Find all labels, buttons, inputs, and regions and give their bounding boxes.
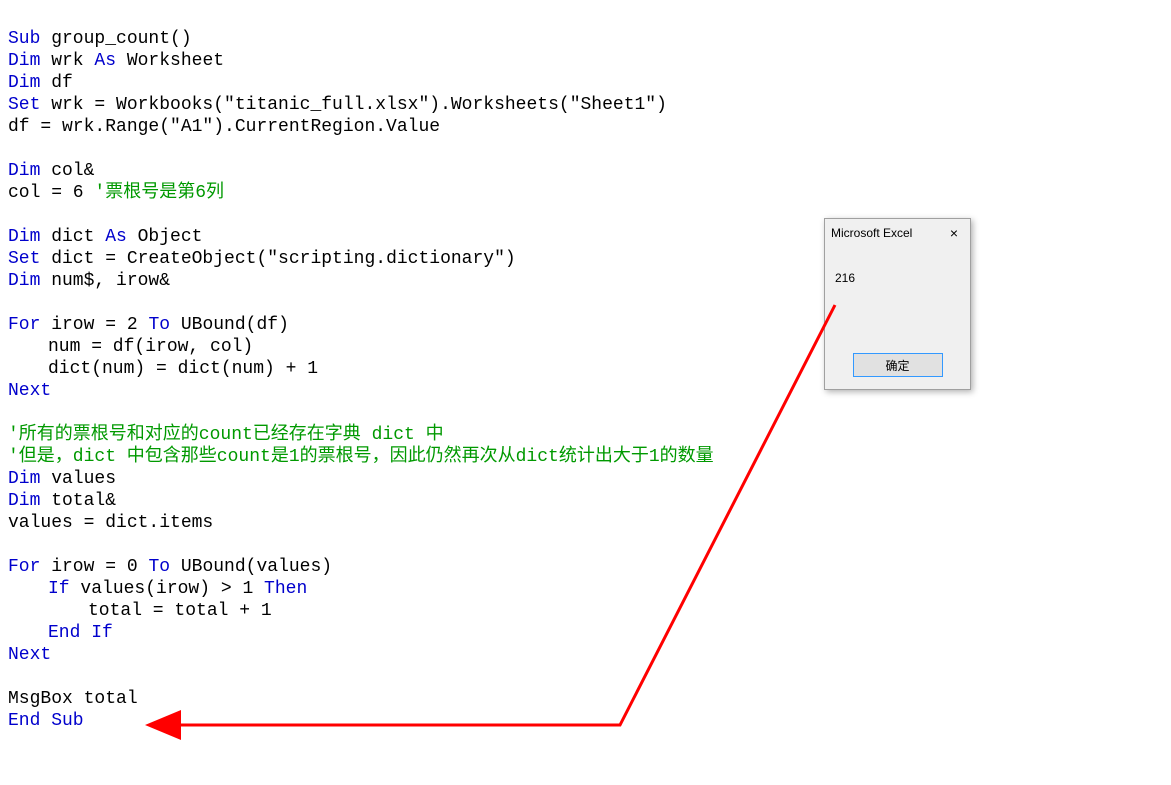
sub-name: group_count() <box>40 29 191 49</box>
var-values: values <box>40 469 116 489</box>
msgbox-dialog: Microsoft Excel × 216 确定 <box>824 218 971 390</box>
close-icon[interactable]: × <box>944 222 964 244</box>
dialog-footer: 确定 <box>825 353 970 377</box>
for-range-b2: UBound(values) <box>170 557 332 577</box>
assign-wrk: wrk = Workbooks("titanic_full.xlsx").Wor… <box>40 95 667 115</box>
if-body: total = total + 1 <box>88 601 272 621</box>
kw-as: As <box>94 51 116 71</box>
var-df: df <box>40 73 72 93</box>
kw-dim: Dim <box>8 491 40 511</box>
kw-endif: End If <box>48 623 113 643</box>
kw-set: Set <box>8 249 40 269</box>
kw-dim: Dim <box>8 271 40 291</box>
kw-dim: Dim <box>8 51 40 71</box>
kw-for: For <box>8 315 40 335</box>
msgbox-line: MsgBox total <box>8 689 138 709</box>
dialog-titlebar: Microsoft Excel × <box>825 219 970 247</box>
kw-dim: Dim <box>8 161 40 181</box>
var-col: col& <box>40 161 94 181</box>
loop-body-1: num = df(irow, col) <box>48 337 253 357</box>
kw-next: Next <box>8 645 51 665</box>
type-worksheet: Worksheet <box>116 51 224 71</box>
kw-set: Set <box>8 95 40 115</box>
kw-dim: Dim <box>8 469 40 489</box>
ok-button[interactable]: 确定 <box>853 353 943 377</box>
kw-endsub: End Sub <box>8 711 84 731</box>
assign-dict: dict = CreateObject("scripting.dictionar… <box>40 249 515 269</box>
type-object: Object <box>127 227 203 247</box>
var-wrk: wrk <box>40 51 94 71</box>
assign-df: df = wrk.Range("A1").CurrentRegion.Value <box>8 117 440 137</box>
assign-col: col = 6 <box>8 183 94 203</box>
kw-sub: Sub <box>8 29 40 49</box>
var-dict: dict <box>40 227 105 247</box>
dialog-value: 216 <box>835 271 855 285</box>
for-range-b: UBound(df) <box>170 315 289 335</box>
comment-block-2: '但是，dict 中包含那些count是1的票根号，因此仍然再次从dict统计出… <box>8 447 714 467</box>
for-range-a2: irow = 0 <box>40 557 148 577</box>
kw-to: To <box>148 315 170 335</box>
kw-dim: Dim <box>8 73 40 93</box>
kw-to: To <box>148 557 170 577</box>
var-total: total& <box>40 491 116 511</box>
comment-col: '票根号是第6列 <box>94 183 224 203</box>
comment-block-1: '所有的票根号和对应的count已经存在字典 dict 中 <box>8 425 444 445</box>
kw-for: For <box>8 557 40 577</box>
assign-values: values = dict.items <box>8 513 213 533</box>
kw-as: As <box>105 227 127 247</box>
if-cond: values(irow) > 1 <box>70 579 264 599</box>
kw-next: Next <box>8 381 51 401</box>
loop-body-2: dict(num) = dict(num) + 1 <box>48 359 318 379</box>
kw-if: If <box>48 579 70 599</box>
dialog-title: Microsoft Excel <box>831 222 944 244</box>
vba-code-block: Sub group_count() Dim wrk As Worksheet D… <box>8 6 714 732</box>
dialog-body: 216 <box>825 247 970 299</box>
var-num-irow: num$, irow& <box>40 271 170 291</box>
kw-then: Then <box>264 579 307 599</box>
kw-dim: Dim <box>8 227 40 247</box>
for-range-a: irow = 2 <box>40 315 148 335</box>
